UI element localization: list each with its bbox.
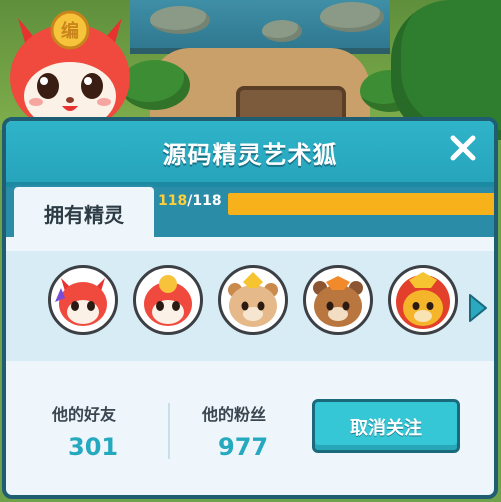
- red-fox-spirit-helmet-icon: [144, 275, 192, 326]
- owned-count: 118/118: [158, 193, 222, 209]
- fans-count: 977: [218, 433, 269, 461]
- friends-label: 他的好友: [52, 405, 117, 424]
- owned-count-total: /118: [187, 193, 222, 209]
- spirit-avatar[interactable]: [133, 265, 203, 335]
- spirit-profile-dialog: 源码精灵艺术狐 拥有精灵 118/118 他的好友 301 他的粉丝 977 取…: [2, 117, 498, 499]
- tab-owned-spirits-label: 拥有精灵: [44, 203, 124, 227]
- unfollow-button-label: 取消关注: [350, 418, 422, 439]
- spirit-avatar[interactable]: [48, 265, 118, 335]
- dialog-header: 源码精灵艺术狐: [6, 121, 494, 187]
- bear-spirit-dark-icon: [313, 276, 363, 327]
- spirit-avatar[interactable]: [388, 265, 458, 335]
- fans-label: 他的粉丝: [202, 405, 267, 424]
- close-icon[interactable]: [446, 131, 480, 165]
- dialog-title: 源码精灵艺术狐: [162, 141, 338, 169]
- spirit-avatar[interactable]: [303, 265, 373, 335]
- friends-count: 301: [68, 433, 119, 461]
- red-fox-spirit-icon: [55, 278, 107, 326]
- unfollow-button[interactable]: 取消关注: [312, 399, 460, 453]
- divider: [168, 403, 170, 459]
- svg-text:编: 编: [61, 20, 79, 42]
- owned-progress-fill: [228, 193, 494, 215]
- lion-spirit-icon: [396, 272, 450, 329]
- owned-count-current: 118: [158, 193, 188, 209]
- spirit-list: [6, 251, 494, 361]
- bear-spirit-yellow-hair-icon: [228, 272, 278, 327]
- tab-owned-spirits[interactable]: 拥有精灵: [12, 185, 156, 237]
- chevron-right-icon[interactable]: [466, 293, 488, 323]
- spirit-avatar[interactable]: [218, 265, 288, 335]
- owned-progress-bar: [228, 193, 494, 215]
